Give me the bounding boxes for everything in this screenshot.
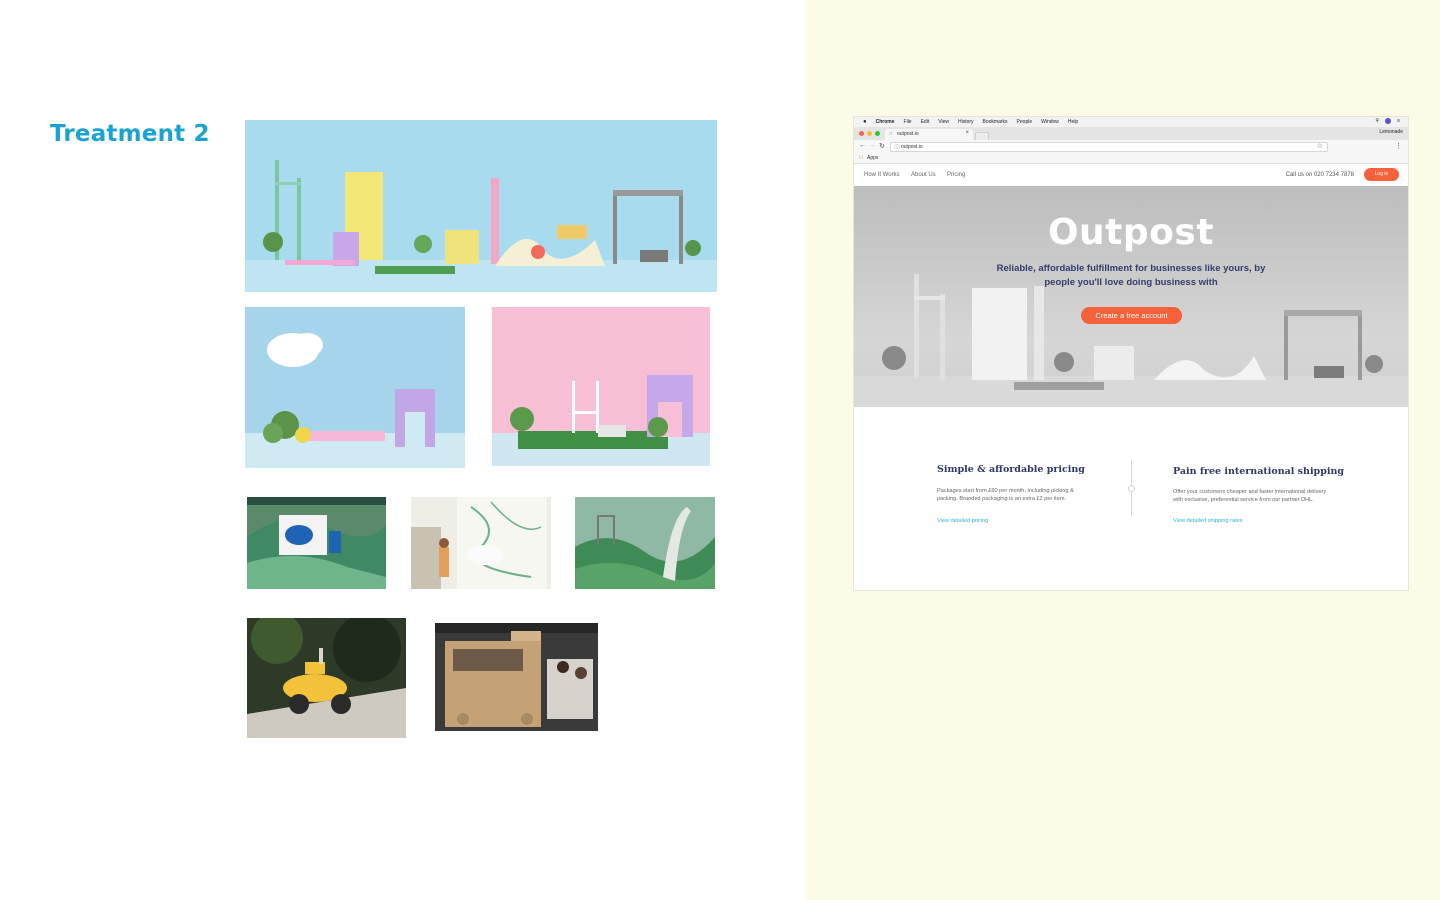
tab-title: outpost.io	[897, 131, 919, 137]
hero-subtitle: Reliable, affordable fulfillment for bus…	[996, 263, 1266, 288]
address-bar[interactable]: ⓘ outpost.io ☆	[890, 142, 1328, 152]
spotlight-icon[interactable]: ⚲	[1375, 118, 1379, 124]
photo-cardboard-van	[435, 623, 598, 731]
feature-shipping-title: Pain free international shipping	[1173, 466, 1344, 477]
list-icon[interactable]: ≡	[1397, 118, 1400, 124]
menu-bookmarks[interactable]: Bookmarks	[983, 119, 1008, 125]
tab-outpost[interactable]: □ outpost.io ×	[885, 129, 973, 140]
back-icon[interactable]: ←	[859, 142, 866, 149]
menu-edit[interactable]: Edit	[921, 119, 930, 125]
menu-app-name[interactable]: Chrome	[876, 119, 895, 125]
menu-people[interactable]: People	[1017, 119, 1033, 125]
feature-shipping-text: Offer your customers cheaper and faster …	[1173, 489, 1327, 504]
minimize-window-icon[interactable]	[867, 131, 872, 136]
photo-panorama-set	[245, 120, 717, 292]
forward-icon[interactable]: →	[869, 142, 876, 149]
menu-history[interactable]: History	[958, 119, 974, 125]
feature-pricing-text: Packages start from £60 per month, inclu…	[937, 488, 1074, 503]
create-account-button[interactable]: Create a free account	[1081, 307, 1182, 324]
photo-cravendale-truck	[247, 497, 386, 589]
bookmark-star-icon[interactable]: ☆	[1317, 142, 1323, 150]
slide-title: Treatment 2	[50, 121, 210, 147]
nav-about-us[interactable]: About Us	[911, 172, 936, 178]
view-pricing-link[interactable]: View detailed pricing	[937, 518, 988, 524]
photo-cravendale-map	[411, 497, 551, 589]
feature-pricing-title: Simple & affordable pricing	[937, 464, 1085, 475]
photo-cloud-arch-scene	[245, 307, 465, 468]
photo-green-hills-ramp	[575, 497, 715, 589]
bookmarks-bar: ∷ Apps	[854, 153, 1408, 164]
apps-grid-icon[interactable]: ∷	[859, 154, 863, 161]
address-url: outpost.io	[901, 144, 923, 150]
hero-title: Outpost	[1047, 212, 1215, 253]
menu-file[interactable]: File	[904, 119, 912, 125]
view-shipping-link[interactable]: View detailed shipping rates	[1173, 518, 1243, 524]
mac-menubar: ● Chrome File Edit View History Bookmark…	[854, 117, 1408, 127]
menu-window[interactable]: Window	[1041, 119, 1059, 125]
browser-window: ● Chrome File Edit View History Bookmark…	[854, 117, 1408, 590]
siri-icon[interactable]	[1385, 118, 1392, 124]
apps-bookmark[interactable]: Apps	[867, 155, 878, 161]
features-section: Simple & affordable pricing Packages sta…	[854, 407, 1408, 590]
nav-how-it-works[interactable]: How It Works	[864, 172, 900, 178]
tab-close-icon[interactable]: ×	[965, 130, 969, 136]
nav-pricing[interactable]: Pricing	[947, 172, 965, 178]
close-window-icon[interactable]	[859, 131, 864, 136]
menu-view[interactable]: View	[938, 119, 949, 125]
maximize-window-icon[interactable]	[875, 131, 880, 136]
tab-bar: □ outpost.io × Lemonade	[854, 127, 1408, 141]
info-icon[interactable]: ⓘ	[894, 143, 900, 152]
browser-toolbar: ← → ↻ ⓘ outpost.io ☆ ⋮	[854, 140, 1408, 153]
phone-number: Call us on 020 7234 7878	[1285, 172, 1354, 178]
photo-yellow-scooter	[247, 618, 406, 738]
photo-pink-rugby-scene	[492, 307, 710, 466]
moodboard-panel: Treatment 2	[0, 0, 806, 900]
chrome-menu-icon[interactable]: ⋮	[1395, 142, 1402, 150]
hero-section: Outpost Reliable, affordable fulfillment…	[854, 186, 1408, 407]
profile-name[interactable]: Lemonade	[1379, 129, 1403, 135]
reload-icon[interactable]: ↻	[879, 142, 885, 150]
menubar-status: ⚲ ≡	[1375, 118, 1400, 124]
apple-icon[interactable]: ●	[863, 119, 867, 125]
site-header: How It Works About Us Pricing Call us on…	[854, 164, 1408, 186]
menu-help[interactable]: Help	[1068, 119, 1078, 125]
page-icon: □	[889, 131, 893, 137]
divider-dot	[1128, 485, 1135, 492]
login-button[interactable]: Log in	[1364, 168, 1399, 181]
